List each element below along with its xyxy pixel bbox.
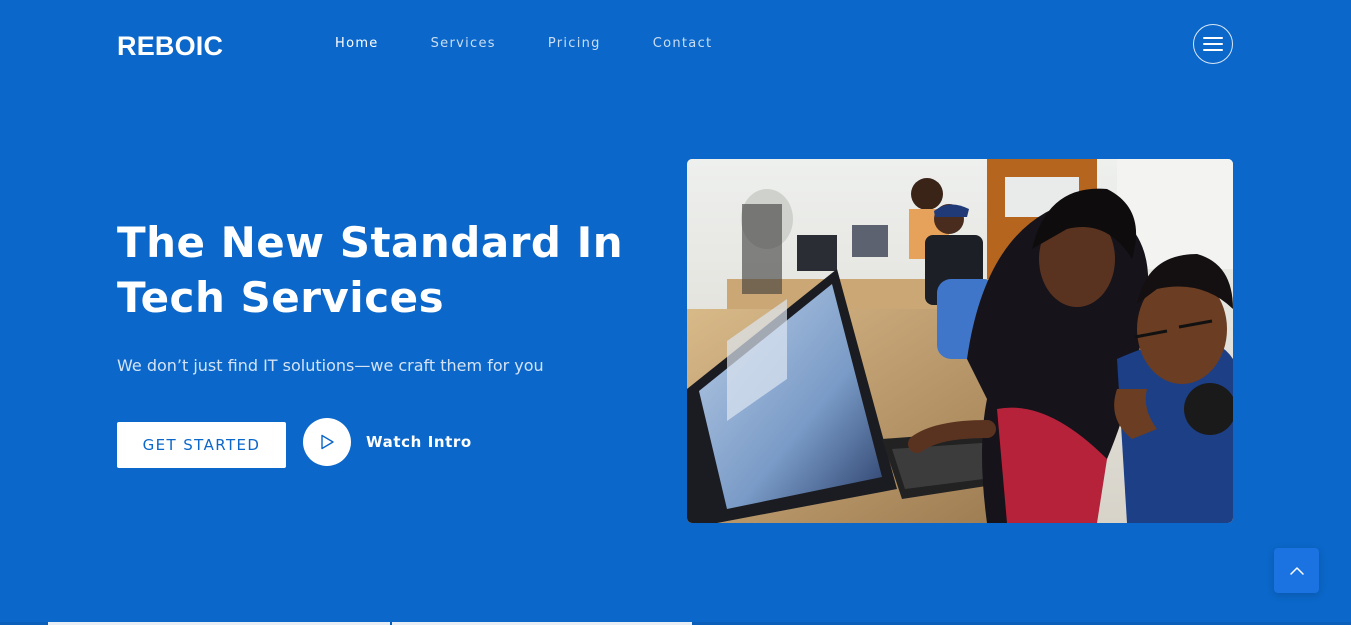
hamburger-line	[1203, 43, 1223, 45]
play-icon[interactable]	[303, 418, 351, 466]
hero-title-line-1: The New Standard In	[117, 218, 624, 267]
hero-title: The New Standard In Tech Services	[117, 215, 657, 325]
hamburger-line	[1203, 37, 1223, 39]
nav-item-services[interactable]: Services	[431, 35, 496, 53]
scroll-to-top-button[interactable]	[1274, 548, 1319, 593]
nav-item-pricing[interactable]: Pricing	[548, 35, 601, 53]
watch-intro-label: Watch Intro	[366, 433, 472, 451]
nav-item-contact[interactable]: Contact	[653, 35, 713, 53]
main-nav: Home Services Pricing Contact	[335, 35, 764, 53]
watch-intro-button[interactable]: Watch Intro	[303, 418, 472, 466]
get-started-button[interactable]: GET STARTED	[117, 422, 286, 468]
chevron-up-icon	[1289, 566, 1304, 575]
hero-image	[687, 159, 1233, 523]
hero-title-line-2: Tech Services	[117, 273, 445, 322]
site-header: REBOIC Home Services Pricing Contact	[0, 0, 1351, 90]
hero-subtitle: We don’t just find IT solutions—we craft…	[117, 356, 544, 375]
brand-logo[interactable]: REBOIC	[117, 30, 223, 62]
hamburger-icon[interactable]	[1193, 24, 1233, 64]
nav-item-home[interactable]: Home	[335, 35, 379, 53]
hamburger-line	[1203, 49, 1223, 51]
